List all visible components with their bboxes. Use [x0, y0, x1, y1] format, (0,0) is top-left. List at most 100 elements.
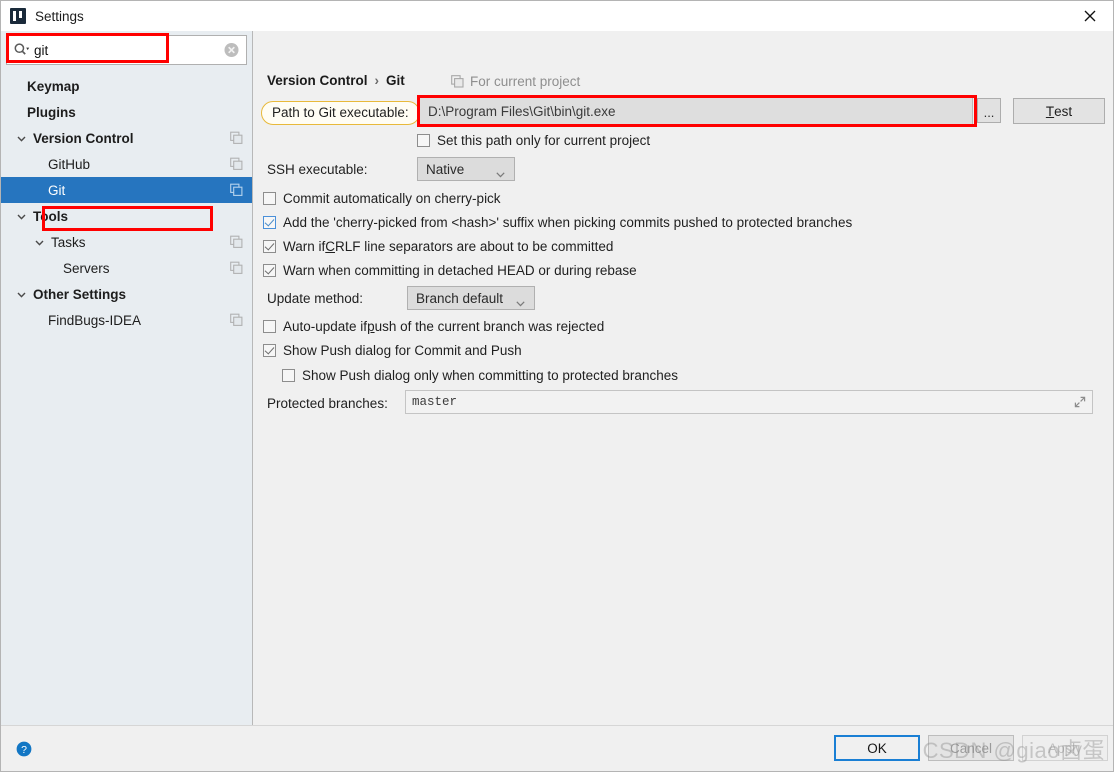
checkbox-box: [263, 264, 276, 277]
auto-update-label-post: ush of the current branch was rejected: [374, 319, 605, 334]
window-title: Settings: [35, 8, 84, 24]
ssh-executable-value: Native: [426, 161, 465, 177]
settings-sidebar: git Keymap Plugins Version Control GitHub Gi…: [1, 31, 253, 725]
path-to-git-value: D:\Program Files\Git\bin\git.exe: [428, 103, 616, 119]
dialog-footer: ? OK Cancel Apply CSDN @giao卤蛋: [1, 725, 1113, 771]
search-value: git: [34, 42, 49, 58]
copy-icon: [230, 261, 243, 275]
checkbox-add-cherry-picked-suffix[interactable]: Add the 'cherry-picked from <hash>' suff…: [263, 215, 852, 230]
settings-window: Settings git Keymap Plugins Version Cont…: [0, 0, 1114, 772]
for-current-project-label: For current project: [470, 74, 581, 89]
breadcrumb-separator: ›: [374, 73, 380, 88]
copy-icon: [230, 313, 243, 327]
settings-tree: Keymap Plugins Version Control GitHub Git Too…: [1, 73, 252, 725]
auto-update-label-mnemonic: p: [367, 319, 375, 334]
checkbox-label: Add the 'cherry-picked from <hash>' suff…: [283, 215, 853, 230]
sidebar-item-label: Tools: [33, 208, 68, 224]
sidebar-item-version-control[interactable]: Version Control: [1, 125, 252, 151]
test-button-mnemonic: T: [1045, 103, 1055, 119]
clear-circle-icon[interactable]: [224, 43, 239, 58]
sidebar-item-servers[interactable]: Servers: [1, 255, 252, 281]
checkbox-label-mnemonic: C: [325, 239, 336, 254]
checkbox-box: [282, 369, 295, 382]
checkbox-label: Commit automatically on cherry-pick: [283, 191, 501, 206]
checkbox-box: [417, 134, 430, 147]
checkbox-label: Warn when committing in detached HEAD or…: [283, 263, 637, 278]
test-button-label: est: [1054, 103, 1073, 119]
checkbox-box: [263, 216, 276, 229]
checkbox-box: [263, 240, 276, 253]
breadcrumb: Version Control › Git: [267, 73, 405, 88]
checkbox-warn-crlf[interactable]: Warn if C RLF line separators are about t…: [263, 239, 613, 254]
chevron-down-icon[interactable]: [15, 210, 28, 223]
close-icon[interactable]: [1067, 1, 1113, 31]
sidebar-item-plugins[interactable]: Plugins: [1, 99, 252, 125]
sidebar-item-tasks[interactable]: Tasks: [1, 229, 252, 255]
sidebar-item-tools[interactable]: Tools: [1, 203, 252, 229]
ssh-executable-select[interactable]: Native: [417, 157, 515, 181]
checkbox-show-push-dialog-protected-only[interactable]: Show Push dialog only when committing to…: [282, 368, 678, 383]
path-to-git-label: Path to Git executable:: [261, 101, 420, 125]
checkbox-set-path-only[interactable]: Set this path only for current project: [417, 133, 650, 148]
title-bar: Settings: [1, 1, 1113, 31]
update-method-value: Branch default: [416, 290, 504, 306]
intellij-idea-icon: [10, 8, 26, 24]
path-to-git-input[interactable]: D:\Program Files\Git\bin\git.exe: [419, 97, 973, 125]
sidebar-item-git[interactable]: Git: [1, 177, 252, 203]
checkbox-box: [263, 344, 276, 357]
update-method-select[interactable]: Branch default: [407, 286, 535, 310]
sidebar-item-label: Git: [48, 182, 66, 198]
sidebar-item-label: Plugins: [27, 104, 76, 120]
checkbox-auto-update-on-rejected-push[interactable]: Auto-update if p ush of the current branc…: [263, 319, 604, 334]
checkbox-label-pre: Warn if: [283, 239, 326, 254]
copy-icon: [230, 183, 243, 197]
checkbox-label: Set this path only for current project: [437, 133, 651, 148]
browse-button[interactable]: ...: [977, 98, 1001, 123]
svg-text:?: ?: [21, 743, 27, 755]
sidebar-item-other-settings[interactable]: Other Settings: [1, 281, 252, 307]
git-settings-panel: Version Control › Git For current projec…: [253, 31, 1113, 725]
protected-branches-value: master: [412, 395, 458, 409]
copy-icon: [230, 157, 243, 171]
help-question-icon[interactable]: ?: [16, 741, 32, 757]
search-input[interactable]: git: [6, 35, 247, 65]
checkbox-label: Show Push dialog only when committing to…: [302, 368, 678, 383]
search-icon[interactable]: [13, 42, 30, 58]
sidebar-item-findbugs-idea[interactable]: FindBugs-IDEA: [1, 307, 252, 333]
checkbox-commit-automatically-cherry-pick[interactable]: Commit automatically on cherry-pick: [263, 191, 501, 206]
auto-update-label-pre: Auto-update if: [283, 319, 368, 334]
breadcrumb-parent[interactable]: Version Control: [267, 73, 368, 88]
cancel-button[interactable]: Cancel: [928, 735, 1014, 761]
copy-icon: [230, 235, 243, 249]
chevron-down-icon[interactable]: [33, 236, 46, 249]
sidebar-item-label: GitHub: [48, 156, 91, 172]
sidebar-item-label: FindBugs-IDEA: [48, 312, 142, 328]
checkbox-box: [263, 320, 276, 333]
chevron-down-icon: [496, 166, 505, 178]
checkbox-show-push-dialog[interactable]: Show Push dialog for Commit and Push: [263, 343, 522, 358]
update-method-label: Update method:: [267, 291, 364, 306]
protected-branches-input[interactable]: master: [405, 390, 1093, 414]
chevron-down-icon[interactable]: [15, 132, 28, 145]
sidebar-item-github[interactable]: GitHub: [1, 151, 252, 177]
apply-button[interactable]: Apply: [1022, 735, 1108, 761]
checkbox-warn-detached-head[interactable]: Warn when committing in detached HEAD or…: [263, 263, 637, 278]
copy-icon: [230, 131, 243, 145]
chevron-down-icon: [516, 295, 525, 307]
sidebar-item-label: Servers: [63, 260, 110, 276]
sidebar-item-label: Other Settings: [33, 286, 127, 302]
sidebar-item-label: Tasks: [51, 234, 86, 250]
sidebar-item-label: Version Control: [33, 130, 134, 146]
test-button[interactable]: Test: [1013, 98, 1105, 124]
breadcrumb-current: Git: [386, 73, 405, 88]
expand-arrows-icon[interactable]: [1074, 396, 1086, 408]
sidebar-item-keymap[interactable]: Keymap: [1, 73, 252, 99]
copy-icon: [451, 75, 464, 88]
chevron-down-icon[interactable]: [15, 288, 28, 301]
checkbox-label: Show Push dialog for Commit and Push: [283, 343, 522, 358]
dialog-body: git Keymap Plugins Version Control GitHub Gi…: [1, 31, 1113, 725]
protected-branches-label: Protected branches:: [267, 396, 388, 411]
for-current-project-hint: For current project: [451, 74, 580, 89]
checkbox-label-post: RLF line separators are about to be comm…: [335, 239, 614, 254]
ok-button[interactable]: OK: [834, 735, 920, 761]
